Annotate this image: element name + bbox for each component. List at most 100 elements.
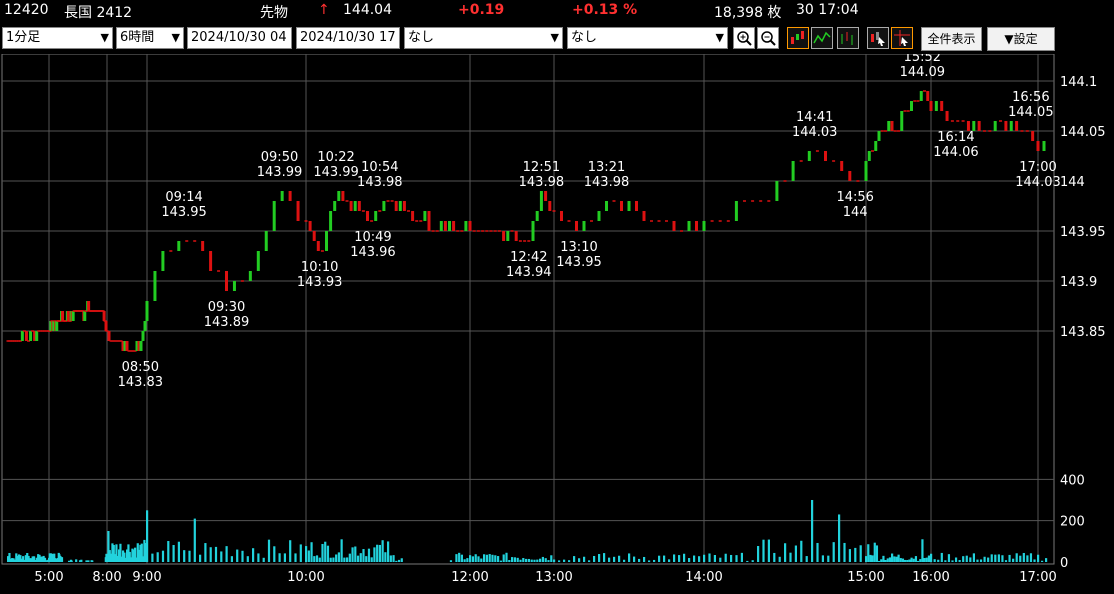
volume-bar xyxy=(225,546,228,562)
time-tick-label: 13:00 xyxy=(535,570,572,585)
volume-bar xyxy=(343,557,346,562)
volume-bar xyxy=(87,560,90,562)
volume-bar xyxy=(976,559,979,562)
interval-value: 1分足 xyxy=(6,30,41,45)
volume-bar xyxy=(608,557,611,562)
volume-bar xyxy=(895,556,898,562)
volume-bar xyxy=(499,560,502,562)
settings-button[interactable]: ▼設定 xyxy=(987,27,1055,51)
volume-bar xyxy=(469,555,472,562)
candle-down xyxy=(443,221,447,231)
annotation-price: 143.95 xyxy=(556,255,602,270)
volume-bar xyxy=(241,550,244,562)
candle-up xyxy=(597,211,601,221)
volume-bar xyxy=(70,560,73,562)
annotation-time: 15:52 xyxy=(904,54,941,65)
volume-bar xyxy=(547,560,550,562)
candle-up xyxy=(900,111,904,131)
bar-mode-button[interactable] xyxy=(837,27,859,49)
volume-bar xyxy=(193,518,196,562)
indicator1-select[interactable]: なし ▼ xyxy=(404,27,563,49)
volume-bar xyxy=(633,556,636,562)
cursor-tool-button[interactable] xyxy=(867,27,889,49)
start-date-input[interactable]: 2024/10/30 04 xyxy=(187,27,292,49)
candle-down xyxy=(548,201,552,211)
zoom-out-button[interactable] xyxy=(757,27,779,49)
interval-select[interactable]: 1分足 ▼ xyxy=(2,27,113,49)
price-tick-label: 143.9 xyxy=(1060,275,1097,290)
volume-bar xyxy=(326,545,330,562)
volume-bar xyxy=(925,557,928,562)
volume-bar xyxy=(832,542,835,562)
zoom-in-icon xyxy=(737,31,752,46)
volume-bar xyxy=(516,557,519,562)
price-tick-label: 143.85 xyxy=(1060,325,1106,340)
fullview-button[interactable]: 全件表示 xyxy=(921,27,982,51)
candle-down xyxy=(104,321,108,331)
candle-down xyxy=(357,201,361,211)
volume-bar xyxy=(762,539,765,562)
volume-bar xyxy=(563,559,566,562)
candle-down xyxy=(560,211,563,221)
volume-bar xyxy=(474,554,477,562)
candle-down xyxy=(940,101,944,111)
cursor-chart-icon xyxy=(871,32,885,46)
annotation-time: 14:56 xyxy=(836,190,873,205)
candle-down xyxy=(427,211,431,231)
volume-tick-label: 200 xyxy=(1060,515,1085,530)
volume-bar xyxy=(880,559,883,562)
indicator2-value: なし xyxy=(571,30,598,45)
volume-bar xyxy=(628,553,631,562)
annotation-time: 09:30 xyxy=(208,300,245,315)
candle-up xyxy=(734,201,738,221)
volume-bar xyxy=(346,557,349,562)
candle-up xyxy=(161,251,165,271)
volume-bar xyxy=(951,560,954,562)
volume-bar xyxy=(673,554,676,562)
candle-down xyxy=(620,201,623,211)
chevron-down-icon: ▼ xyxy=(550,31,559,44)
volume-bar xyxy=(994,554,997,562)
annotation-price: 143.98 xyxy=(357,175,403,190)
annotation-time: 10:49 xyxy=(354,230,391,245)
price-change: +0.19 xyxy=(458,2,505,18)
candle-down xyxy=(695,221,698,231)
candle-up xyxy=(582,221,586,231)
volume-bar xyxy=(466,558,469,562)
volume-bar xyxy=(533,559,536,562)
volume-bar xyxy=(838,514,841,562)
line-mode-button[interactable] xyxy=(811,27,833,49)
crosshair-tool-button[interactable] xyxy=(891,27,913,49)
indicator2-select[interactable]: なし ▼ xyxy=(567,27,728,49)
volume-bar xyxy=(906,559,909,562)
volume-bar xyxy=(875,545,879,562)
candle-down xyxy=(840,161,844,171)
volume-bar xyxy=(522,557,525,562)
candle-down xyxy=(402,201,406,211)
candle-down xyxy=(977,121,981,131)
candle-up xyxy=(919,91,923,101)
volume-bar xyxy=(527,558,530,562)
price-chart[interactable]: 08:50143.8309:14143.9509:30143.8909:5014… xyxy=(0,54,1114,594)
volume-bar xyxy=(539,558,542,562)
annotation-time: 16:14 xyxy=(937,130,974,145)
up-arrow-icon: ↑ xyxy=(318,2,330,18)
volume-bar xyxy=(151,553,154,562)
candle-down xyxy=(642,211,646,221)
chart-toolbar: 1分足 ▼ 6時間 ▼ 2024/10/30 04 2024/10/30 17 なし… xyxy=(0,26,1114,52)
volume-bar xyxy=(638,558,641,562)
volume-bar xyxy=(884,559,887,562)
volume-bar xyxy=(658,555,661,562)
instrument-name: 長国 2412 xyxy=(64,5,133,21)
annotation-time: 08:50 xyxy=(122,360,159,375)
zoom-in-button[interactable] xyxy=(733,27,755,49)
candle-up xyxy=(627,201,631,211)
volume-bar xyxy=(513,557,516,562)
span-select[interactable]: 6時間 ▼ xyxy=(116,27,184,49)
annotation-time: 16:56 xyxy=(1012,90,1049,105)
end-date-input[interactable]: 2024/10/30 17 xyxy=(296,27,400,49)
volume-tick-label: 0 xyxy=(1060,556,1068,571)
candlestick-mode-button[interactable] xyxy=(787,27,809,49)
volume-bar xyxy=(613,556,616,562)
candle-up xyxy=(141,331,145,341)
